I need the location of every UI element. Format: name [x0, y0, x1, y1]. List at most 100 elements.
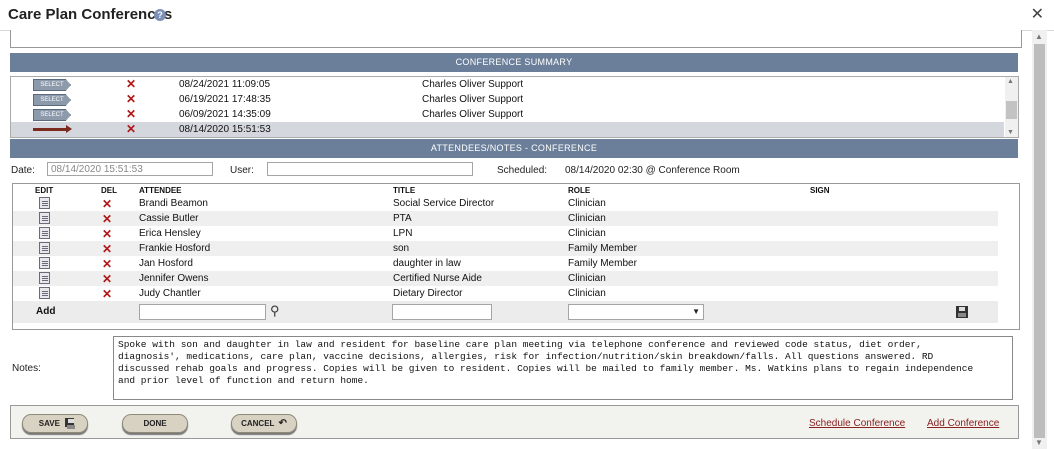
- select-button[interactable]: SELECT: [33, 79, 71, 91]
- add-attendee-input[interactable]: [139, 304, 266, 320]
- delete-icon[interactable]: ✕: [126, 108, 136, 120]
- done-button[interactable]: DONE: [122, 414, 188, 433]
- scroll-up-icon[interactable]: ▲: [1035, 32, 1043, 41]
- attendee-role: Clinician: [568, 213, 606, 224]
- delete-icon[interactable]: ✕: [126, 78, 136, 90]
- summary-date: 08/24/2021 11:09:05: [179, 79, 271, 90]
- attendee-row: ✕ Frankie Hosford son Family Member: [13, 241, 998, 256]
- attendees-notes-header: ATTENDEES/NOTES - CONFERENCE: [10, 139, 1018, 158]
- summary-date: 06/09/2021 14:35:09: [179, 109, 271, 120]
- delete-icon[interactable]: ✕: [126, 123, 136, 135]
- delete-icon[interactable]: ✕: [102, 288, 112, 300]
- dialog-scrollbar[interactable]: ▲ ▼: [1032, 30, 1047, 449]
- attendee-row: ✕ Erica Hensley LPN Clinician: [13, 226, 998, 241]
- conference-summary-list: SELECT ✕ 08/24/2021 11:09:05 Charles Oli…: [10, 76, 1019, 138]
- scroll-down-icon[interactable]: ▼: [1007, 129, 1014, 136]
- title-bar: Care Plan Conferences ? ✕: [0, 0, 1054, 31]
- edit-icon[interactable]: [39, 287, 50, 299]
- summary-row[interactable]: SELECT ✕ 06/09/2021 14:35:09 Charles Oli…: [11, 107, 1004, 122]
- attendee-role: Clinician: [568, 198, 606, 209]
- attendee-row: ✕ Jennifer Owens Certified Nurse Aide Cl…: [13, 271, 998, 286]
- undo-icon: ↶: [278, 418, 287, 429]
- add-role-select[interactable]: ▼: [568, 304, 704, 320]
- notes-textarea[interactable]: Spoke with son and daughter in law and r…: [113, 336, 1013, 400]
- attendees-table: EDIT DEL ATTENDEE TITLE ROLE SIGN ✕ Bran…: [12, 183, 1020, 330]
- delete-icon[interactable]: ✕: [102, 258, 112, 270]
- close-icon[interactable]: ✕: [1031, 4, 1044, 24]
- scroll-thumb[interactable]: [1006, 101, 1017, 119]
- edit-icon[interactable]: [39, 227, 50, 239]
- edit-icon[interactable]: [39, 242, 50, 254]
- summary-row-selected[interactable]: ✕ 08/14/2020 15:51:53: [11, 122, 1004, 137]
- attendee-name: Brandi Beamon: [139, 198, 208, 209]
- help-icon[interactable]: ?: [154, 9, 166, 21]
- summary-date: 08/14/2020 15:51:53: [179, 124, 271, 135]
- cancel-label: CANCEL: [241, 419, 275, 428]
- summary-user: Charles Oliver Support: [422, 109, 524, 120]
- summary-user: Charles Oliver Support: [422, 79, 524, 90]
- summary-row[interactable]: SELECT ✕ 06/19/2021 17:48:35 Charles Oli…: [11, 92, 1004, 107]
- attendee-title: Certified Nurse Aide: [393, 273, 482, 284]
- cancel-button[interactable]: CANCEL ↶: [231, 414, 297, 433]
- scheduled-label: Scheduled:: [497, 165, 548, 176]
- edit-icon[interactable]: [39, 257, 50, 269]
- summary-scrollbar[interactable]: ▲ ▼: [1005, 77, 1018, 137]
- summary-user: Charles Oliver Support: [422, 94, 524, 105]
- attendee-name: Judy Chantler: [139, 288, 201, 299]
- col-role: ROLE: [568, 186, 591, 195]
- schedule-conference-link[interactable]: Schedule Conference: [809, 418, 905, 429]
- attendee-role: Clinician: [568, 228, 606, 239]
- attendee-title: PTA: [393, 213, 412, 224]
- edit-icon[interactable]: [39, 212, 50, 224]
- delete-icon[interactable]: ✕: [102, 243, 112, 255]
- edit-icon[interactable]: [39, 197, 50, 209]
- delete-icon[interactable]: ✕: [102, 273, 112, 285]
- scheduled-value: 08/14/2020 02:30 @ Conference Room: [565, 165, 740, 176]
- date-field[interactable]: 08/14/2020 15:51:53: [47, 162, 213, 176]
- scroll-down-icon[interactable]: ▼: [1035, 438, 1043, 447]
- add-attendee-row: Add ⚲ ▼: [13, 301, 998, 323]
- add-conference-link[interactable]: Add Conference: [927, 418, 999, 429]
- window-title: Care Plan Conferences: [8, 6, 173, 23]
- scroll-up-icon[interactable]: ▲: [1007, 78, 1014, 85]
- col-attendee: ATTENDEE: [139, 186, 182, 195]
- attendee-name: Jan Hosford: [139, 258, 193, 269]
- save-button[interactable]: SAVE: [22, 414, 88, 433]
- delete-icon[interactable]: ✕: [102, 198, 112, 210]
- user-field[interactable]: [267, 162, 473, 176]
- add-title-input[interactable]: [392, 304, 492, 320]
- user-label: User:: [230, 165, 254, 176]
- attendee-role: Clinician: [568, 273, 606, 284]
- attendee-title: daughter in law: [393, 258, 461, 269]
- edit-icon[interactable]: [39, 272, 50, 284]
- attendee-name: Erica Hensley: [139, 228, 201, 239]
- search-icon[interactable]: ⚲: [270, 303, 280, 319]
- summary-row[interactable]: SELECT ✕ 08/24/2021 11:09:05 Charles Oli…: [11, 77, 1004, 92]
- select-button[interactable]: SELECT: [33, 109, 71, 121]
- attendee-name: Jennifer Owens: [139, 273, 209, 284]
- save-label: SAVE: [38, 419, 60, 428]
- col-del: DEL: [101, 186, 117, 195]
- selected-arrow-icon: [33, 125, 72, 133]
- attendee-name: Cassie Butler: [139, 213, 199, 224]
- attendee-title: son: [393, 243, 410, 254]
- col-edit: EDIT: [35, 186, 54, 195]
- scroll-thumb[interactable]: [1034, 44, 1045, 438]
- date-label: Date:: [11, 165, 35, 176]
- attendee-row: ✕ Brandi Beamon Social Service Director …: [13, 196, 998, 211]
- dialog-body: CONFERENCE SUMMARY SELECT ✕ 08/24/2021 1…: [0, 30, 1054, 449]
- attendee-role: Family Member: [568, 243, 637, 254]
- save-disk-icon[interactable]: [956, 306, 968, 318]
- attendee-title: LPN: [393, 228, 413, 239]
- delete-icon[interactable]: ✕: [102, 213, 112, 225]
- col-title: TITLE: [393, 186, 416, 195]
- attendee-role: Clinician: [568, 288, 606, 299]
- col-sign: SIGN: [810, 186, 830, 195]
- select-button[interactable]: SELECT: [33, 94, 71, 106]
- delete-icon[interactable]: ✕: [102, 228, 112, 240]
- delete-icon[interactable]: ✕: [126, 93, 136, 105]
- attendee-row: ✕ Cassie Butler PTA Clinician: [13, 211, 998, 226]
- attendee-name: Frankie Hosford: [139, 243, 211, 254]
- add-label: Add: [36, 306, 56, 317]
- conference-summary-header: CONFERENCE SUMMARY: [10, 53, 1018, 72]
